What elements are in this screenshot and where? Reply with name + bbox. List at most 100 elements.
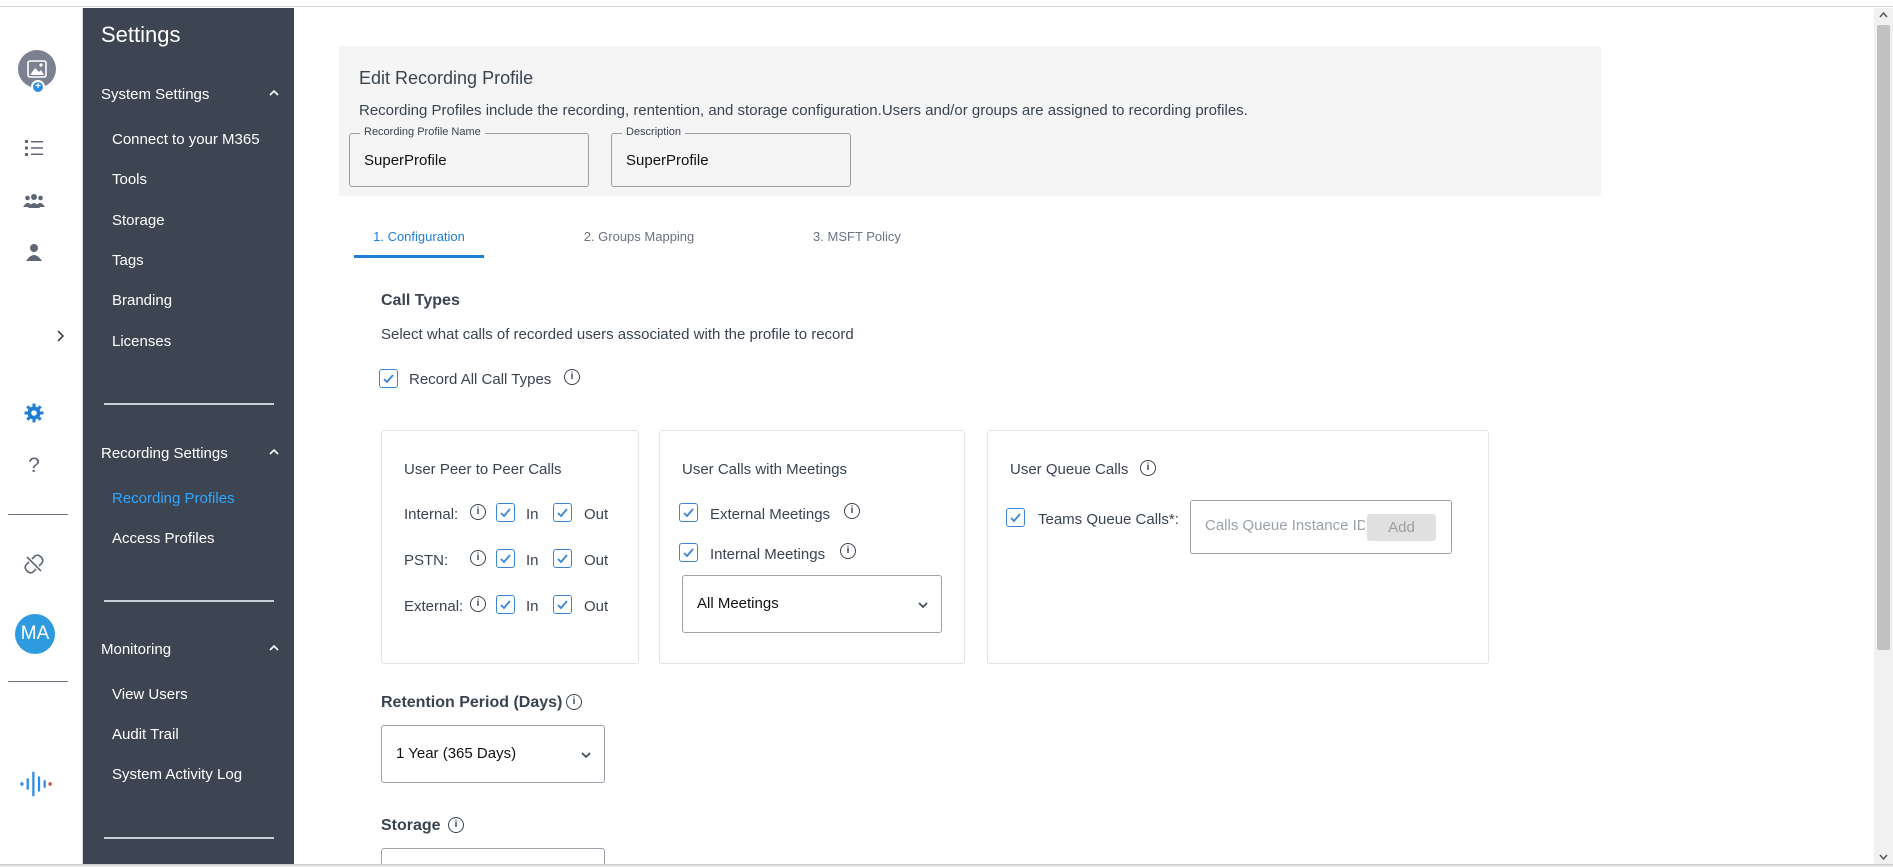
sidebar-title: Settings: [101, 22, 181, 47]
groups-icon[interactable]: [18, 184, 50, 216]
rail-divider: [8, 681, 68, 682]
record-all-checkbox[interactable]: [379, 369, 398, 388]
peer-row-label: Internal:: [404, 506, 459, 523]
queue-instance-input[interactable]: [1205, 517, 1365, 534]
profile-header-card: Edit Recording Profile Recording Profile…: [339, 46, 1601, 196]
section-system-settings[interactable]: System Settings: [101, 86, 279, 103]
tab-groups-mapping[interactable]: 2. Groups Mapping: [564, 218, 714, 258]
chevron-down-icon: [918, 602, 928, 609]
sidebar-item-branding[interactable]: Branding: [112, 292, 172, 309]
info-icon[interactable]: i: [470, 550, 486, 566]
profile-tabs: 1. Configuration 2. Groups Mapping 3. MS…: [354, 218, 1054, 258]
info-icon[interactable]: i: [840, 543, 856, 559]
main-content: Edit Recording Profile Recording Profile…: [294, 8, 1874, 867]
scroll-down-icon[interactable]: [1878, 851, 1889, 862]
chevron-up-icon: [269, 89, 279, 96]
checkmark-icon: [500, 600, 511, 610]
checkmark-icon: [1010, 513, 1021, 523]
section-recording-settings[interactable]: Recording Settings: [101, 445, 279, 462]
retention-period-value: 1 Year (365 Days): [396, 745, 517, 762]
record-all-label: Record All Call Types: [409, 371, 552, 388]
scrollbar-thumb[interactable]: [1877, 25, 1890, 650]
info-icon[interactable]: i: [1140, 460, 1156, 476]
user-icon[interactable]: [18, 236, 50, 268]
peer-row-label: PSTN:: [404, 552, 449, 569]
description-field[interactable]: Description: [611, 126, 851, 187]
chevron-down-icon: [581, 752, 591, 759]
rail-divider: [8, 514, 68, 515]
sidebar-item-storage[interactable]: Storage: [112, 212, 165, 229]
sidebar-item-tags[interactable]: Tags: [112, 252, 144, 269]
sidebar-item-view-users[interactable]: View Users: [112, 686, 188, 703]
profile-name-input[interactable]: [364, 152, 574, 169]
internal-out-checkbox[interactable]: [553, 503, 572, 522]
icon-rail: + ? MA: [0, 8, 83, 864]
profile-name-field[interactable]: Recording Profile Name: [349, 126, 589, 187]
checkmark-icon: [557, 554, 568, 564]
page-title: Edit Recording Profile: [359, 68, 534, 88]
external-out-checkbox[interactable]: [553, 595, 572, 614]
info-icon[interactable]: i: [566, 694, 582, 710]
sidebar-item-access-profiles[interactable]: Access Profiles: [112, 530, 215, 547]
sidebar-item-tools[interactable]: Tools: [112, 171, 147, 188]
out-label: Out: [584, 552, 609, 569]
external-meetings-checkbox[interactable]: [679, 503, 698, 522]
checkmark-icon: [557, 600, 568, 610]
internal-meetings-label: Internal Meetings: [710, 546, 826, 563]
sidebar-item-audit-trail[interactable]: Audit Trail: [112, 726, 179, 743]
help-icon[interactable]: ?: [18, 450, 50, 482]
settings-sidebar: Settings System Settings Connect to your…: [83, 8, 294, 864]
in-label: In: [526, 506, 539, 523]
list-icon[interactable]: [18, 132, 50, 164]
meetings-type-select[interactable]: All Meetings: [682, 575, 942, 633]
sidebar-item-recording-profiles[interactable]: Recording Profiles: [112, 490, 235, 507]
checkmark-icon: [500, 508, 511, 518]
page-scrollbar[interactable]: [1874, 8, 1893, 864]
teams-queue-checkbox[interactable]: [1006, 508, 1025, 527]
info-icon[interactable]: i: [448, 817, 464, 833]
queue-instance-field[interactable]: Add: [1190, 500, 1452, 554]
peer-row-label: External:: [404, 598, 464, 615]
image-icon: [27, 60, 47, 78]
window-top-border: [0, 0, 1893, 7]
pstn-in-checkbox[interactable]: [496, 549, 515, 568]
info-icon[interactable]: i: [564, 369, 580, 385]
description-input[interactable]: [626, 152, 836, 169]
scroll-up-icon[interactable]: [1878, 10, 1889, 21]
disconnected-link-icon[interactable]: [18, 548, 50, 580]
checkmark-icon: [683, 548, 694, 558]
external-in-checkbox[interactable]: [496, 595, 515, 614]
checkmark-icon: [383, 374, 394, 384]
sidebar-item-system-activity-log[interactable]: System Activity Log: [112, 766, 242, 783]
sidebar-divider: [104, 600, 274, 602]
add-photo-icon[interactable]: +: [31, 80, 45, 94]
tab-msft-policy[interactable]: 3. MSFT Policy: [792, 218, 922, 258]
expand-rail-chevron-icon[interactable]: [54, 320, 68, 352]
call-types-title: Call Types: [381, 292, 460, 309]
info-icon[interactable]: i: [470, 596, 486, 612]
checkmark-icon: [500, 554, 511, 564]
sidebar-item-connect-m365[interactable]: Connect to your M365: [112, 131, 260, 148]
pstn-out-checkbox[interactable]: [553, 549, 572, 568]
info-icon[interactable]: i: [844, 503, 860, 519]
retention-period-select[interactable]: 1 Year (365 Days): [381, 725, 605, 783]
internal-meetings-checkbox[interactable]: [679, 543, 698, 562]
profile-name-label: Recording Profile Name: [360, 126, 485, 138]
sidebar-item-licenses[interactable]: Licenses: [112, 333, 171, 350]
external-meetings-label: External Meetings: [710, 506, 831, 523]
section-monitoring[interactable]: Monitoring: [101, 641, 279, 658]
section-label: Monitoring: [101, 641, 172, 658]
add-queue-button[interactable]: Add: [1367, 514, 1436, 541]
call-types-subtitle: Select what calls of recorded users asso…: [381, 326, 854, 343]
settings-gear-icon[interactable]: [18, 397, 50, 429]
tab-configuration[interactable]: 1. Configuration: [354, 218, 484, 258]
out-label: Out: [584, 506, 609, 523]
sidebar-divider: [104, 403, 274, 405]
internal-in-checkbox[interactable]: [496, 503, 515, 522]
checkmark-icon: [557, 508, 568, 518]
info-icon[interactable]: i: [470, 504, 486, 520]
meetings-type-value: All Meetings: [697, 595, 779, 612]
user-initials-avatar[interactable]: MA: [15, 614, 55, 654]
checkmark-icon: [683, 508, 694, 518]
app-logo-icon: [20, 768, 52, 800]
